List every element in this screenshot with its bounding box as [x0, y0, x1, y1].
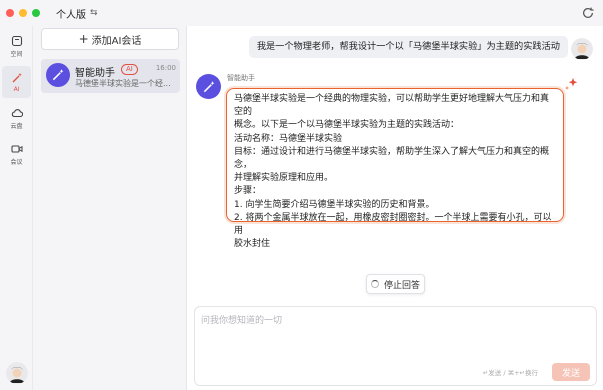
switch-icon[interactable]: ⇆	[90, 8, 98, 18]
assistant-avatar	[46, 63, 70, 87]
minimize-window-button[interactable]	[19, 9, 27, 17]
assistant-message-line: 并理解实验原理和应用。	[234, 173, 334, 184]
app-title: 个人版	[56, 9, 86, 21]
maximize-window-button[interactable]	[32, 9, 40, 17]
plus-icon: +	[78, 32, 89, 46]
window-controls	[6, 9, 40, 17]
message-input[interactable]	[201, 313, 591, 343]
magic-wand-icon	[203, 80, 214, 92]
space-icon	[11, 35, 22, 46]
assistant-message-line: 1. 向学生简要介绍马德堡半球实验的历史和背景。	[234, 199, 435, 210]
rail-item-space[interactable]: 空间	[0, 30, 33, 62]
assistant-message-line: 胶水封住	[234, 239, 271, 250]
add-ai-conversation-button[interactable]: + 添加AI会话	[41, 28, 179, 50]
rail-label-space: 空间	[10, 50, 23, 58]
rail-item-meeting[interactable]: 会议	[0, 138, 33, 170]
conversation-name: 智能助手	[75, 68, 115, 79]
assistant-message-line: 活动名称：马德堡半球实验	[234, 133, 343, 144]
magic-wand-icon	[12, 72, 22, 82]
video-icon	[10, 144, 22, 153]
assistant-message-bubble: 马德堡半球实验是一个经典的物理实验，可以帮助学生更好地理解大气压力和真空的 概念…	[226, 88, 564, 249]
shortcut-hint: ↵发送 / ⌘+↵换行	[482, 369, 538, 377]
user-avatar	[571, 38, 593, 60]
nav-rail: 空间 AI 云盘 会议	[0, 26, 33, 390]
stop-answer-button[interactable]: 停止回答	[366, 274, 425, 294]
conversation-sidebar: + 添加AI会话 智能助手 AI 16:00 马德堡半球实验是一个经...	[33, 26, 187, 390]
assistant-message-line: 目标：通过设计和进行马德堡半球实验，帮助学生深入了解大气压力和真空的概念，	[234, 146, 550, 171]
conversation-time: 16:00	[155, 64, 176, 72]
ai-badge: AI	[121, 64, 138, 75]
assistant-message-line: 马德堡半球实验是一个经典的物理实验，可以帮助学生更好地理解大气压力和真空的	[234, 94, 550, 118]
sparkle-icon	[565, 78, 578, 90]
title-bar: 个人版 ⇆	[0, 0, 603, 26]
rail-label-meeting: 会议	[10, 158, 23, 166]
composer: ↵发送 / ⌘+↵换行 发送	[194, 306, 597, 386]
assistant-name: 智能助手	[227, 74, 255, 82]
assistant-message-line: 步骤：	[234, 186, 262, 197]
user-avatar[interactable]	[6, 362, 28, 384]
assistant-avatar	[196, 74, 221, 99]
refresh-icon[interactable]	[581, 6, 595, 20]
close-window-button[interactable]	[6, 9, 14, 17]
assistant-message-line: 2. 将两个金属半球放在一起，用橡皮密封圈密封。一个半球上需要有小孔，可以用	[234, 212, 552, 237]
stop-button-label: 停止回答	[383, 280, 420, 291]
add-button-label: 添加AI会话	[91, 35, 142, 47]
rail-item-ai[interactable]: AI	[2, 66, 31, 98]
loading-spinner-icon	[370, 280, 379, 288]
conversation-preview: 马德堡半球实验是一个经...	[75, 79, 171, 88]
send-button[interactable]: 发送	[552, 363, 590, 381]
user-message-bubble: 我是一个物理老师，帮我设计一个以「马德堡半球实验」为主题的实践活动	[248, 36, 568, 58]
rail-label-ai: AI	[13, 85, 20, 93]
assistant-message-line: 概念。以下是一个以马德堡半球实验为主题的实践活动：	[234, 120, 460, 131]
cloud-icon	[11, 108, 23, 117]
conversation-item[interactable]: 智能助手 AI 16:00 马德堡半球实验是一个经...	[41, 59, 180, 93]
chat-panel: 我是一个物理老师，帮我设计一个以「马德堡半球实验」为主题的实践活动 智能助手 马…	[188, 26, 603, 390]
rail-item-cloud[interactable]: 云盘	[0, 102, 33, 134]
magic-wand-icon	[52, 69, 64, 81]
rail-label-cloud: 云盘	[10, 122, 23, 130]
